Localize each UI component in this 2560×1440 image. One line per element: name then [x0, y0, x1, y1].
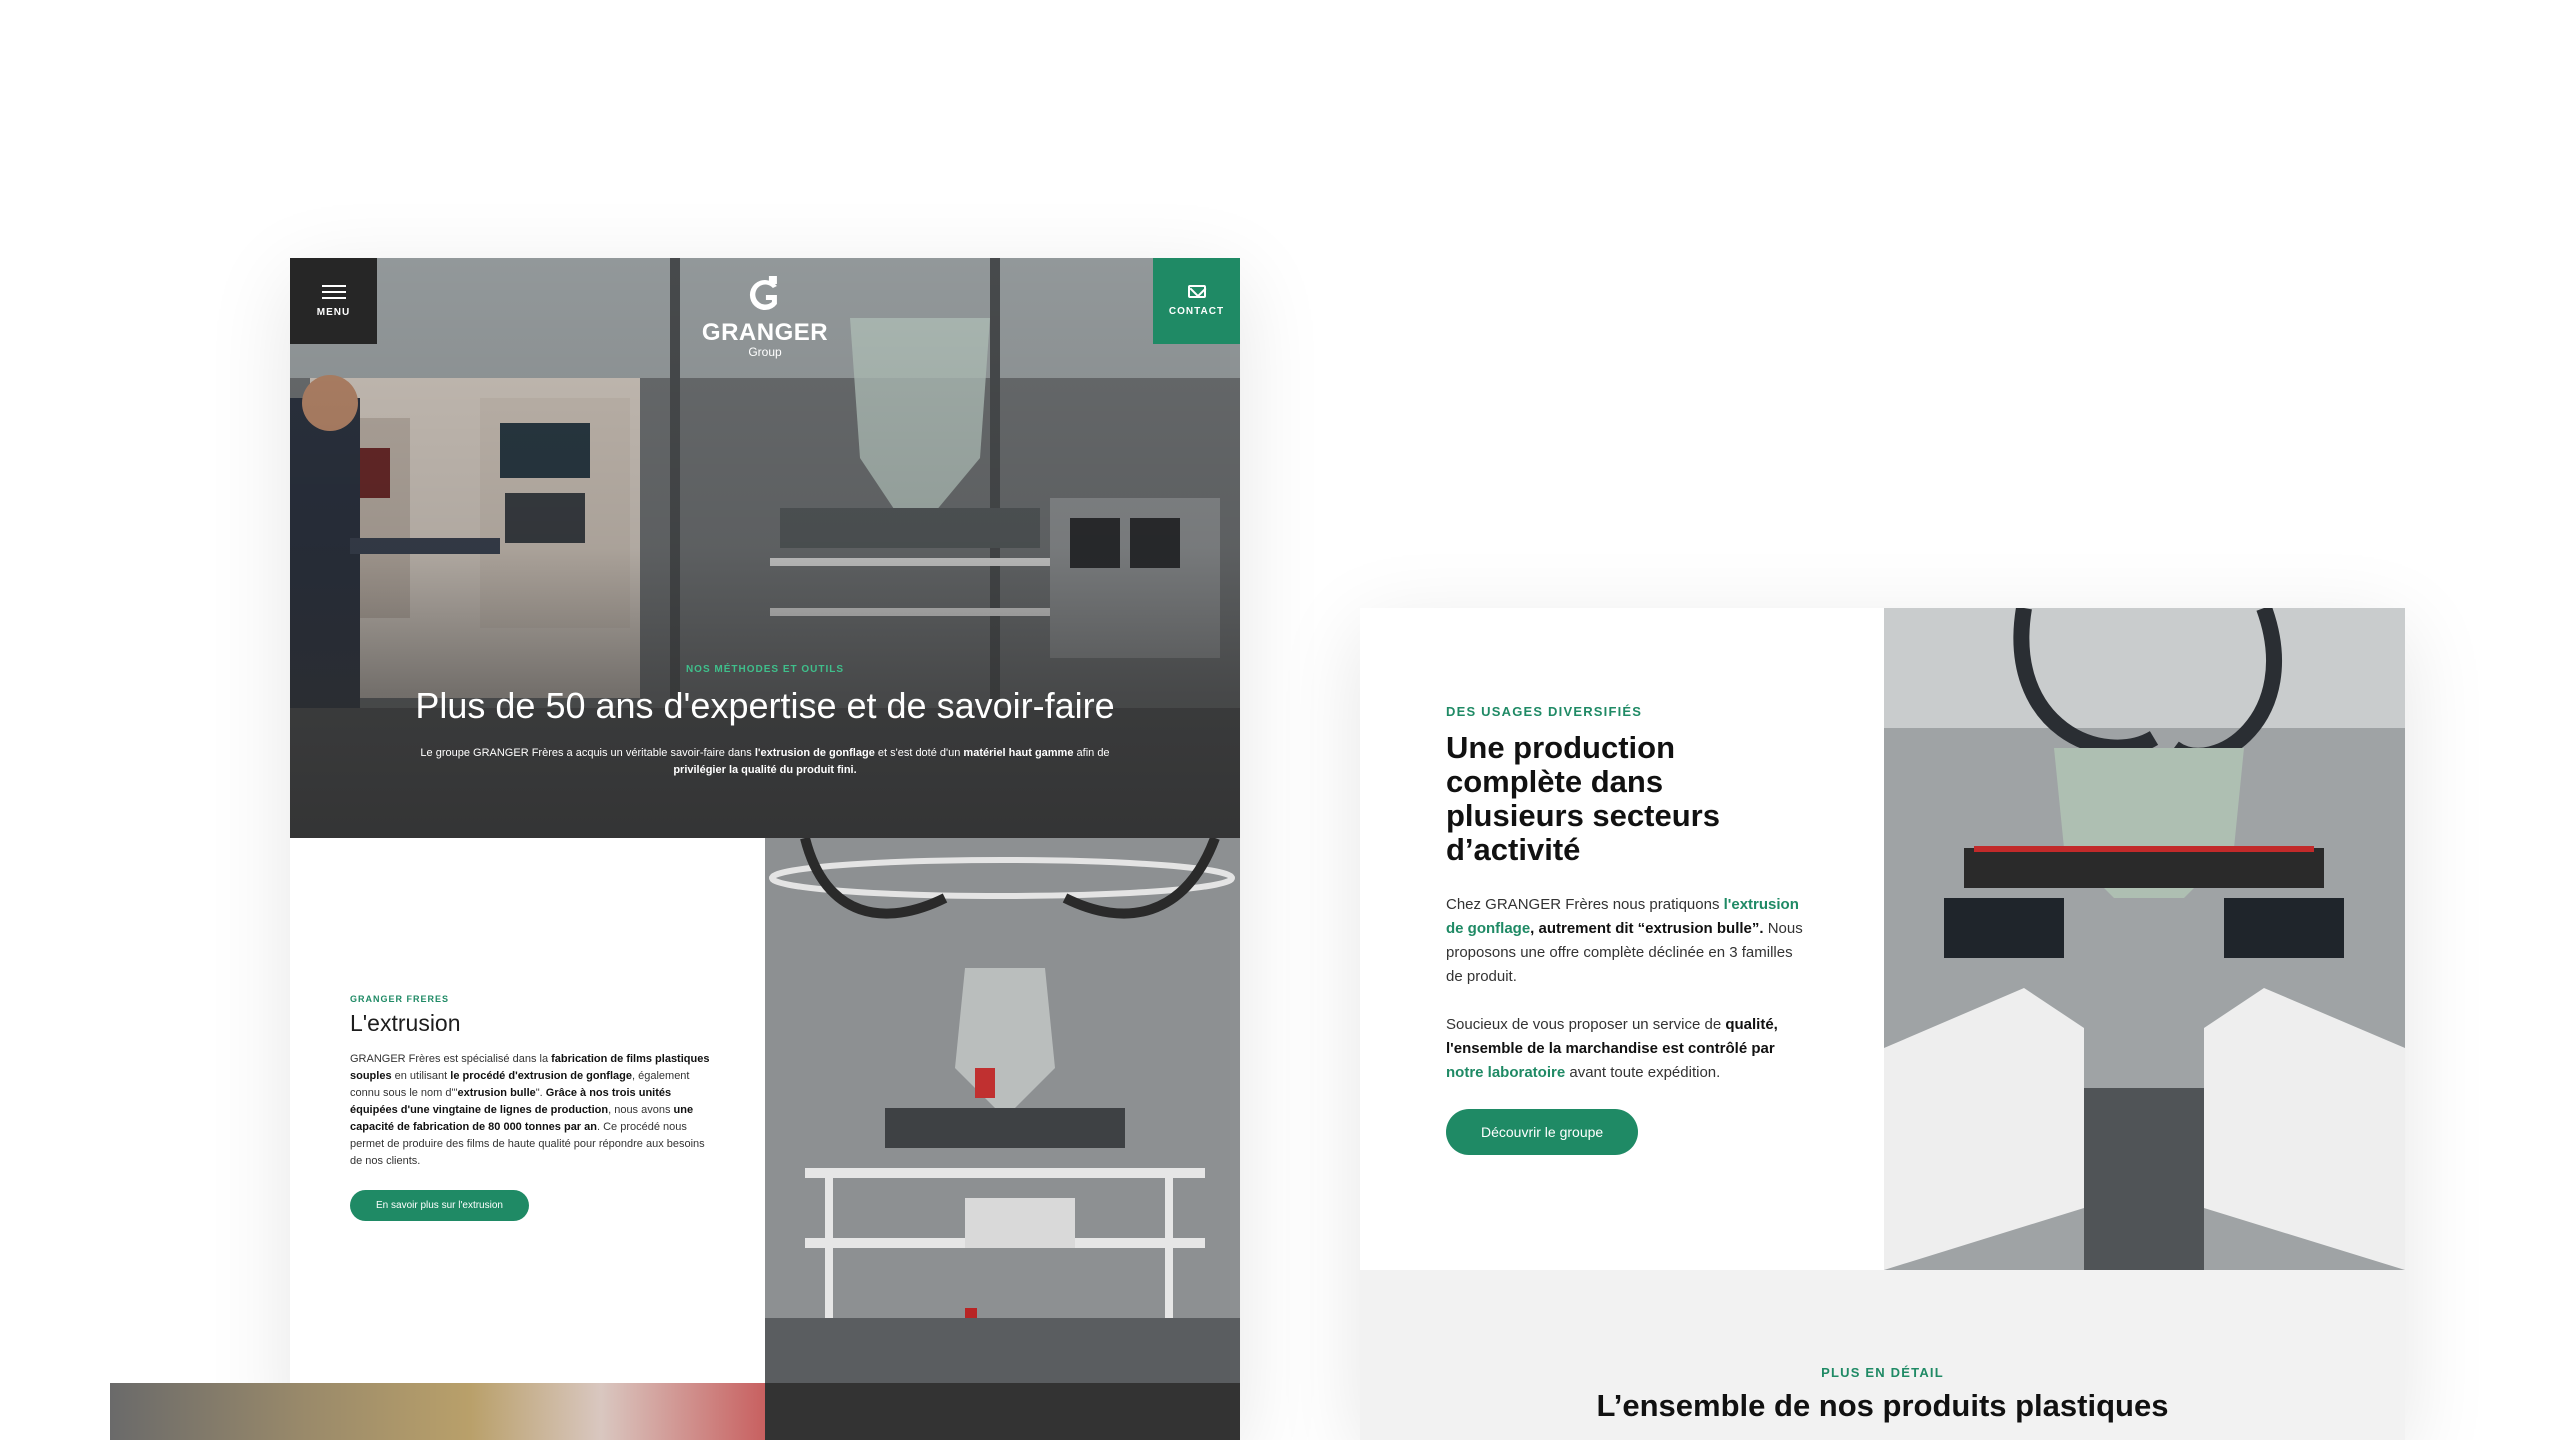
hero-section: MENU GRANGER Group CONTACT NOS MÉTHODES …	[290, 258, 1240, 838]
laboratory-link[interactable]: notre laboratoire	[1446, 1064, 1565, 1081]
homepage-mockup: MENU GRANGER Group CONTACT NOS MÉTHODES …	[110, 258, 1240, 1440]
detail-section: PLUS EN DÉTAIL L’ensemble de nos produit…	[1360, 1365, 2405, 1424]
hero-eyebrow: NOS MÉTHODES ET OUTILS	[685, 664, 845, 675]
extrusion-section: GRANGER FRERES L'extrusion GRANGER Frère…	[290, 838, 765, 1383]
dark-footer-strip	[765, 1383, 1240, 1440]
production-title: Une production complète dans plusieurs s…	[1446, 730, 1720, 867]
granger-logo[interactable]: GRANGER Group	[702, 276, 828, 359]
extrusion-title: L'extrusion	[350, 1010, 461, 1036]
production-machine-image	[1884, 608, 2405, 1270]
production-section: DES USAGES DIVERSIFIÉS Une production co…	[1360, 608, 2405, 1270]
production-paragraph-1: Chez GRANGER Frères nous pratiquons l'ex…	[1446, 896, 1803, 985]
menu-label: MENU	[316, 306, 351, 318]
production-eyebrow: DES USAGES DIVERSIFIÉS	[1446, 704, 1643, 719]
hero-title: Plus de 50 ans d'expertise et de savoir-…	[415, 685, 1115, 726]
logo-name: GRANGER	[701, 319, 829, 346]
detail-title: L’ensemble de nos produits plastiques	[1596, 1388, 2169, 1423]
hamburger-menu-icon	[321, 284, 346, 299]
extrusion-more-button[interactable]: En savoir plus sur l'extrusion	[350, 1190, 529, 1221]
production-paragraph-2: Soucieux de vous proposer un service de …	[1446, 1016, 1778, 1081]
extrusion-eyebrow: GRANGER FRERES	[350, 994, 450, 1004]
extrusion-machine-image	[765, 838, 1240, 1383]
granger-logo-icon	[749, 276, 777, 310]
factory-strip-image	[110, 1383, 765, 1440]
hero-description: Le groupe GRANGER Frères a acquis un vér…	[420, 747, 1110, 776]
contact-label: CONTACT	[1168, 306, 1225, 317]
logo-subtitle: Group	[748, 345, 782, 359]
group-page-mockup: DES USAGES DIVERSIFIÉS Une production co…	[1360, 608, 2405, 1440]
contact-button[interactable]: CONTACT	[1153, 258, 1240, 344]
detail-eyebrow: PLUS EN DÉTAIL	[1821, 1365, 1944, 1380]
discover-group-button[interactable]: Découvrir le groupe	[1446, 1109, 1639, 1155]
hero-text: NOS MÉTHODES ET OUTILS Plus de 50 ans d'…	[290, 664, 1240, 779]
menu-button[interactable]: MENU	[290, 258, 377, 344]
mail-icon	[1187, 285, 1206, 298]
extrusion-paragraph: GRANGER Frères est spécialisé dans la fa…	[350, 1053, 710, 1167]
